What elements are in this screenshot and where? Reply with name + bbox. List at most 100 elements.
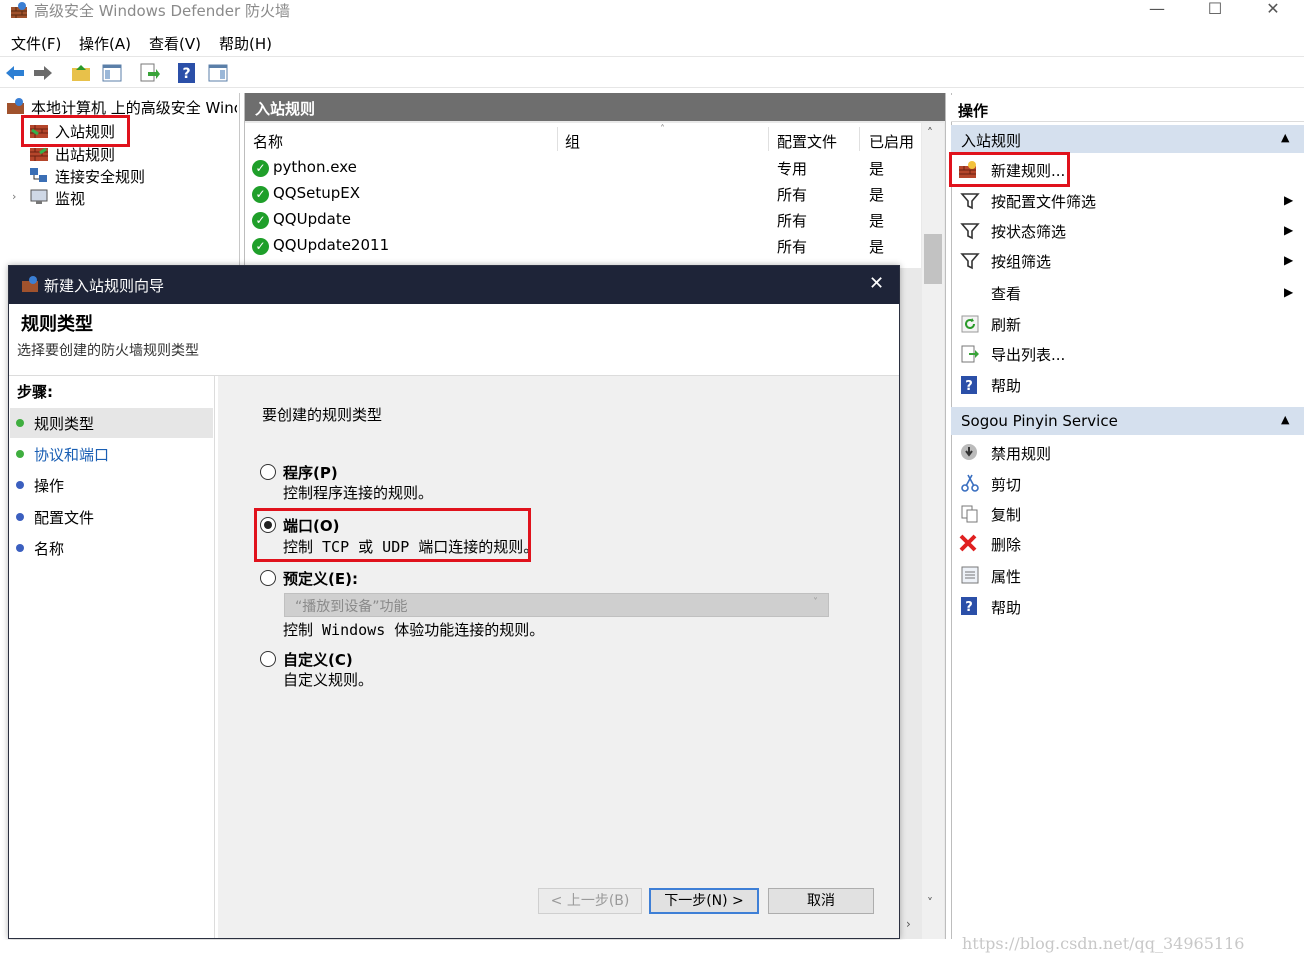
step-bullet-icon bbox=[16, 419, 24, 427]
minimize-button[interactable]: — bbox=[1128, 0, 1186, 20]
submenu-arrow-icon: ▶ bbox=[1284, 223, 1294, 237]
rule-enabled: 是 bbox=[869, 160, 885, 178]
column-header-name[interactable]: 名称 bbox=[253, 131, 283, 152]
menu-view[interactable]: 查看(V) bbox=[149, 33, 201, 54]
wizard-header: 规则类型 选择要创建的防火墙规则类型 bbox=[9, 304, 899, 376]
action-copy[interactable]: 复制 bbox=[991, 504, 1021, 525]
collapse-arrow-icon[interactable]: ▲ bbox=[1281, 413, 1289, 426]
radio-program[interactable] bbox=[260, 464, 276, 480]
rule-name[interactable]: QQUpdate bbox=[273, 210, 351, 228]
help-icon: ? bbox=[961, 376, 977, 394]
actions-section-selected-rule[interactable]: Sogou Pinyin Service bbox=[951, 407, 1304, 435]
submenu-arrow-icon: ▶ bbox=[1284, 253, 1294, 267]
radio-custom[interactable] bbox=[260, 651, 276, 667]
section-title: 入站规则 bbox=[961, 132, 1022, 150]
submenu-arrow-icon: ▶ bbox=[1284, 193, 1294, 207]
up-folder-icon[interactable] bbox=[70, 62, 92, 84]
action-disable-rule[interactable]: 禁用规则 bbox=[991, 443, 1051, 464]
option-custom-title[interactable]: 自定义(C) bbox=[283, 649, 353, 670]
enabled-check-icon: ✓ bbox=[252, 160, 269, 177]
action-refresh[interactable]: 刷新 bbox=[991, 314, 1021, 335]
scroll-up-icon[interactable]: ˄ bbox=[927, 126, 933, 140]
step-rule-type: 规则类型 bbox=[34, 415, 95, 433]
collapse-arrow-icon[interactable]: ▲ bbox=[1281, 131, 1289, 144]
predefined-select[interactable]: “播放到设备”功能 ˅ bbox=[284, 593, 829, 617]
scroll-down-icon[interactable]: ˅ bbox=[927, 896, 933, 910]
action-filter-by-profile[interactable]: 按配置文件筛选 bbox=[991, 191, 1096, 212]
action-help[interactable]: 帮助 bbox=[991, 375, 1021, 396]
tree-item-outbound-rules[interactable]: 出站规则 bbox=[55, 144, 115, 165]
rule-name[interactable]: QQSetupEX bbox=[273, 184, 360, 202]
action-help-rule[interactable]: 帮助 bbox=[991, 597, 1021, 618]
watermark-text: https://blog.csdn.net/qq_34965116 bbox=[962, 934, 1245, 953]
disable-rule-icon bbox=[961, 444, 977, 460]
rule-name[interactable]: python.exe bbox=[273, 158, 357, 176]
title-bar: 高级安全 Windows Defender 防火墙 — ☐ ✕ bbox=[0, 0, 1304, 28]
help-icon[interactable]: ? bbox=[176, 62, 198, 84]
column-header-enabled[interactable]: 已启用 bbox=[869, 131, 914, 152]
svg-text:?: ? bbox=[965, 379, 973, 394]
maximize-button[interactable]: ☐ bbox=[1186, 0, 1244, 20]
column-header-group[interactable]: 组 bbox=[565, 131, 580, 152]
close-button[interactable]: ✕ bbox=[1244, 0, 1302, 20]
wizard-close-icon[interactable]: ✕ bbox=[869, 273, 884, 294]
rule-name[interactable]: QQUpdate2011 bbox=[273, 236, 389, 254]
column-divider[interactable] bbox=[768, 127, 769, 151]
rule-type-prompt: 要创建的规则类型 bbox=[262, 406, 383, 424]
action-export-list[interactable]: 导出列表... bbox=[991, 344, 1065, 365]
cut-icon bbox=[961, 474, 979, 492]
scroll-right-icon[interactable]: › bbox=[906, 917, 911, 931]
action-cut[interactable]: 剪切 bbox=[991, 474, 1021, 495]
svg-text:?: ? bbox=[182, 66, 190, 82]
radio-predefined[interactable] bbox=[260, 570, 276, 586]
rule-enabled: 是 bbox=[869, 212, 885, 230]
option-predefined-desc: 控制 Windows 体验功能连接的规则。 bbox=[283, 621, 545, 639]
option-predefined-title[interactable]: 预定义(E): bbox=[283, 568, 358, 589]
column-header-profile[interactable]: 配置文件 bbox=[777, 131, 837, 152]
column-divider[interactable] bbox=[859, 127, 860, 151]
menu-bar: 文件(F) 操作(A) 查看(V) 帮助(H) bbox=[0, 28, 1304, 56]
forward-arrow-icon[interactable] bbox=[32, 62, 54, 84]
option-program-title[interactable]: 程序(P) bbox=[283, 462, 338, 483]
scrollbar-thumb[interactable] bbox=[924, 234, 942, 284]
menu-action[interactable]: 操作(A) bbox=[79, 33, 131, 54]
tree-item-monitor[interactable]: 监视 bbox=[55, 188, 85, 209]
action-delete[interactable]: 删除 bbox=[991, 534, 1021, 555]
help-icon: ? bbox=[961, 597, 977, 615]
firewall-root-icon bbox=[7, 98, 24, 114]
cancel-button[interactable]: 取消 bbox=[768, 888, 874, 914]
actions-section-inbound[interactable]: 入站规则 bbox=[951, 125, 1304, 153]
submenu-arrow-icon: ▶ bbox=[1284, 285, 1294, 299]
enabled-check-icon: ✓ bbox=[252, 212, 269, 229]
next-button[interactable]: 下一步(N) > bbox=[649, 888, 759, 914]
action-filter-by-group[interactable]: 按组筛选 bbox=[991, 251, 1051, 272]
wizard-title-bar: 新建入站规则向导 ✕ bbox=[9, 266, 899, 304]
firewall-app-icon bbox=[11, 2, 27, 18]
action-properties[interactable]: 属性 bbox=[991, 566, 1021, 587]
steps-label: 步骤: bbox=[17, 383, 53, 401]
rule-profile: 所有 bbox=[777, 238, 808, 256]
step-protocol-port[interactable]: 协议和端口 bbox=[34, 444, 109, 465]
wizard-title: 新建入站规则向导 bbox=[44, 277, 165, 295]
menu-help[interactable]: 帮助(H) bbox=[219, 33, 272, 54]
window-title: 高级安全 Windows Defender 防火墙 bbox=[34, 2, 290, 20]
action-view[interactable]: 查看 bbox=[991, 283, 1021, 304]
column-divider[interactable] bbox=[557, 127, 558, 151]
copy-icon bbox=[961, 505, 978, 523]
action-filter-by-state[interactable]: 按状态筛选 bbox=[991, 221, 1066, 242]
properties-icon bbox=[961, 566, 979, 584]
chevron-down-icon: ˅ bbox=[813, 597, 818, 608]
rule-profile: 专用 bbox=[777, 160, 808, 178]
expand-chevron-icon[interactable]: › bbox=[12, 190, 16, 203]
enabled-check-icon: ✓ bbox=[252, 238, 269, 255]
refresh-icon bbox=[961, 315, 979, 333]
back-button[interactable]: < 上一步(B) bbox=[538, 888, 642, 914]
show-action-pane-icon[interactable] bbox=[207, 62, 229, 84]
highlight-box-port bbox=[254, 508, 531, 562]
menu-file[interactable]: 文件(F) bbox=[11, 33, 61, 54]
tree-item-connection-security[interactable]: 连接安全规则 bbox=[55, 166, 145, 187]
back-arrow-icon[interactable] bbox=[4, 62, 26, 84]
step-bullet-icon bbox=[16, 513, 24, 521]
export-list-icon[interactable] bbox=[138, 62, 160, 84]
show-hide-tree-icon[interactable] bbox=[101, 62, 123, 84]
